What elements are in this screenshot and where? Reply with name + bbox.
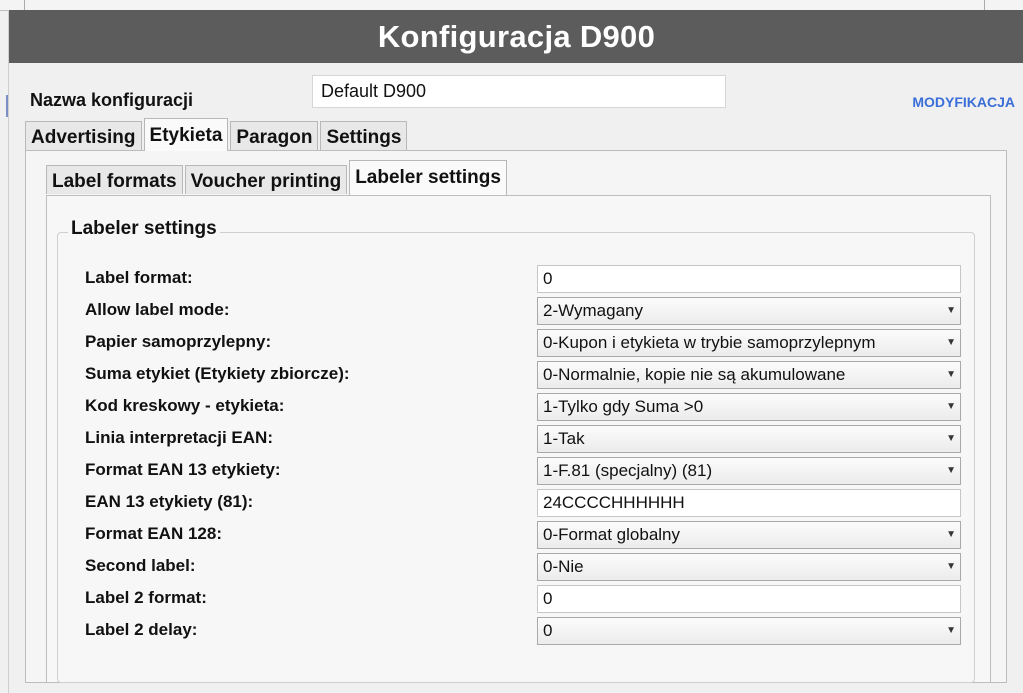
dropdown-arrow-icon: ▼: [946, 561, 956, 572]
label2-delay-label: Label 2 delay:: [85, 620, 198, 639]
tab-etykieta[interactable]: Etykieta: [143, 118, 229, 151]
subtab-labeler-settings[interactable]: Labeler settings: [349, 160, 507, 195]
label2-format-input[interactable]: 0: [537, 585, 961, 613]
format-ean13-select[interactable]: 1-F.81 (specjalny) (81) ▼: [537, 457, 961, 485]
linia-interpretacji-select[interactable]: 1-Tak ▼: [537, 425, 961, 453]
select-value: 0: [543, 621, 553, 640]
dropdown-arrow-icon: ▼: [946, 401, 956, 412]
config-name-input[interactable]: Default D900: [312, 75, 726, 108]
kod-kreskowy-select[interactable]: 1-Tylko gdy Suma >0 ▼: [537, 393, 961, 421]
dropdown-arrow-icon: ▼: [946, 625, 956, 636]
allow-label-mode-label: Allow label mode:: [85, 300, 230, 319]
label2-format-label: Label 2 format:: [85, 588, 207, 607]
dropdown-arrow-icon: ▼: [946, 369, 956, 380]
subtab-voucher-printing[interactable]: Voucher printing: [184, 165, 348, 194]
select-value: 0-Format globalny: [543, 525, 681, 544]
tab-paragon[interactable]: Paragon: [230, 121, 319, 150]
select-value: 1-Tak: [543, 429, 585, 448]
modify-link[interactable]: MODYFIKACJA: [912, 94, 1015, 110]
dropdown-arrow-icon: ▼: [946, 337, 956, 348]
tab-settings[interactable]: Settings: [320, 121, 408, 150]
main-tabs: Advertising Etykieta Paragon Settings: [25, 118, 409, 151]
format-ean13-label: Format EAN 13 etykiety:: [85, 460, 281, 479]
suma-etykiet-select[interactable]: 0-Normalnie, kopie nie są akumulowane ▼: [537, 361, 961, 389]
second-label-label: Second label:: [85, 556, 196, 575]
allow-label-mode-select[interactable]: 2-Wymagany ▼: [537, 297, 961, 325]
ean13-etykiety-input[interactable]: 24CCCCHHHHHH: [537, 489, 961, 517]
select-value: 2-Wymagany: [543, 301, 643, 320]
format-ean128-select[interactable]: 0-Format globalny ▼: [537, 521, 961, 549]
papier-samoprzylepny-select[interactable]: 0-Kupon i etykieta w trybie samoprzylepn…: [537, 329, 961, 357]
label2-delay-select[interactable]: 0 ▼: [537, 617, 961, 645]
dropdown-arrow-icon: ▼: [946, 433, 956, 444]
dropdown-arrow-icon: ▼: [946, 529, 956, 540]
papier-samoprzylepny-label: Papier samoprzylepny:: [85, 332, 272, 351]
select-value: 0-Kupon i etykieta w trybie samoprzylepn…: [543, 333, 876, 352]
sub-tabs: Label formats Voucher printing Labeler s…: [46, 160, 509, 195]
dropdown-arrow-icon: ▼: [946, 305, 956, 316]
fieldset-legend: Labeler settings: [68, 218, 220, 240]
select-value: 1-Tylko gdy Suma >0: [543, 397, 704, 416]
label-format-input[interactable]: 0: [537, 265, 961, 293]
config-name-label: Nazwa konfiguracji: [30, 90, 194, 110]
tab-advertising[interactable]: Advertising: [25, 121, 142, 150]
window-title: Konfiguracja D900: [9, 10, 1023, 63]
suma-etykiet-label: Suma etykiet (Etykiety zbiorcze):: [85, 364, 350, 383]
select-value: 1-F.81 (specjalny) (81): [543, 461, 713, 480]
dropdown-arrow-icon: ▼: [946, 465, 956, 476]
kod-kreskowy-label: Kod kreskowy - etykieta:: [85, 396, 285, 415]
ean13-etykiety-label: EAN 13 etykiety (81):: [85, 492, 254, 511]
label-format-label: Label format:: [85, 268, 193, 287]
select-value: 0-Normalnie, kopie nie są akumulowane: [543, 365, 846, 384]
subtab-label-formats[interactable]: Label formats: [46, 165, 183, 194]
linia-interpretacji-label: Linia interpretacji EAN:: [85, 428, 273, 447]
select-value: 0-Nie: [543, 557, 584, 576]
second-label-select[interactable]: 0-Nie ▼: [537, 553, 961, 581]
format-ean128-label: Format EAN 128:: [85, 524, 222, 543]
